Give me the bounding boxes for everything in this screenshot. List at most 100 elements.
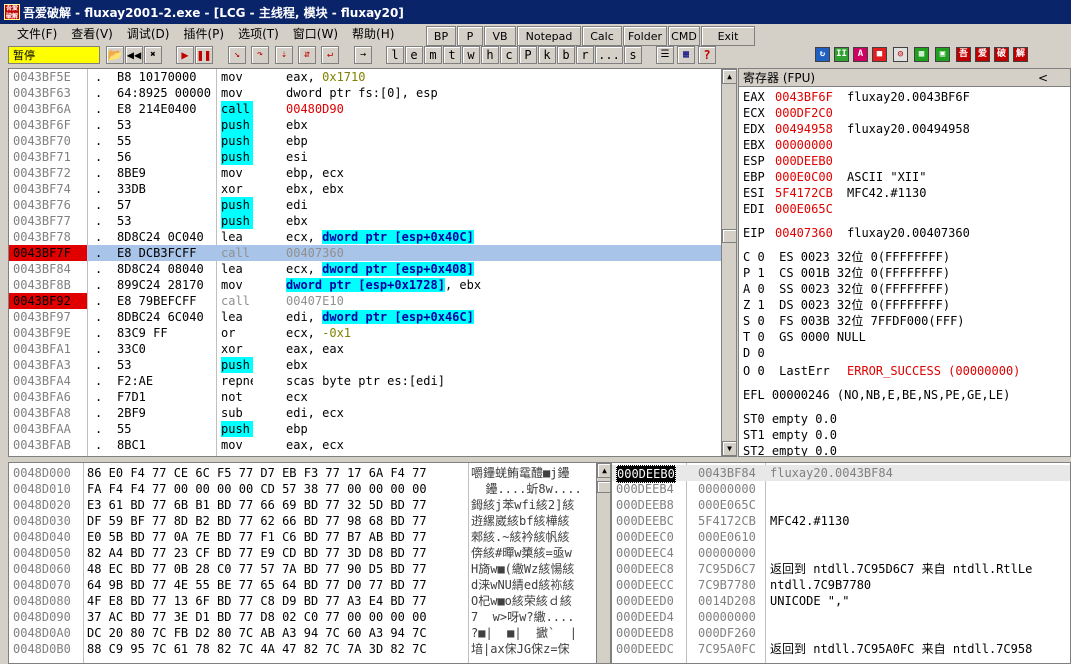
register-value[interactable]: 000E0C00 bbox=[775, 169, 833, 185]
disasm-row[interactable]: 0043BF70. 55 push ebp bbox=[9, 133, 736, 149]
pause-icon[interactable]: ❚❚ bbox=[195, 46, 213, 64]
flag-row[interactable]: A 0 SS 0023 32位 0(FFFFFFFF) bbox=[739, 281, 1070, 297]
monitor-icon[interactable]: ▣ bbox=[935, 47, 950, 62]
disasm-row[interactable]: 0043BF76. 57 push edi bbox=[9, 197, 736, 213]
lasterr-row[interactable]: O 0 LastErr ERROR_SUCCESS (00000000) bbox=[739, 363, 1070, 379]
disasm-row[interactable]: 0043BF7F. E8 DCB3FCFF call 00407360 bbox=[9, 245, 736, 261]
menu-options[interactable]: 选项(T) bbox=[231, 25, 286, 43]
register-row[interactable]: EIP 00407360 fluxay20.00407360 bbox=[739, 225, 1070, 241]
dump-row[interactable]: 0048D050 82 A4 BD 77 23 CF BD 77 E9 CD BD… bbox=[9, 545, 596, 561]
disasm-row[interactable]: 0043BF84. 8D8C24 08040 lea ecx, dword ptr [… bbox=[9, 261, 736, 277]
fpu-row[interactable]: ST2 empty 0.0 bbox=[739, 443, 1070, 456]
register-row[interactable]: EBP 000E0C00 ASCII "XII" bbox=[739, 169, 1070, 185]
disasm-row[interactable]: 0043BFA6. F7D1 not ecx bbox=[9, 389, 736, 405]
disasm-row[interactable]: 0043BF63. 64:8925 00000 mov dword ptr fs:[0… bbox=[9, 85, 736, 101]
disasm-row[interactable]: 0043BF8B. 899C24 28170 mov dword ptr [esp+0… bbox=[9, 277, 736, 293]
brand-jie-icon[interactable]: 解 bbox=[1013, 47, 1028, 62]
dump-scroll-up-icon[interactable]: ▲ bbox=[597, 463, 610, 478]
go-to-icon[interactable]: → bbox=[354, 46, 372, 64]
register-row[interactable]: EAX 0043BF6F fluxay20.0043BF6F bbox=[739, 89, 1070, 105]
scroll-thumb[interactable] bbox=[722, 229, 736, 243]
stack-row[interactable]: 000DEEC0 000E0610 bbox=[612, 529, 1070, 545]
trace-over-icon[interactable]: ⇵ bbox=[298, 46, 316, 64]
menu-view[interactable]: 查看(V) bbox=[64, 25, 120, 43]
brand-ai-icon[interactable]: 爱 bbox=[975, 47, 990, 62]
stack-row[interactable]: 000DEEDC 7C95A0FC 返回到 ntdll.7C95A0FC 来自 nt… bbox=[612, 641, 1070, 657]
vb-button[interactable]: VB bbox=[484, 26, 516, 46]
scroll-down-icon[interactable]: ▼ bbox=[722, 441, 736, 456]
register-row[interactable]: EDX 00494958 fluxay20.00494958 bbox=[739, 121, 1070, 137]
flag-row[interactable]: S 0 FS 003B 32位 7FFDF000(FFF) bbox=[739, 313, 1070, 329]
register-value[interactable]: 000DF2C0 bbox=[775, 105, 833, 121]
disasm-row[interactable]: 0043BF5E. B8 10170000 mov eax, 0x1710 bbox=[9, 69, 736, 85]
disasm-row[interactable]: 0043BF77. 53 push ebx bbox=[9, 213, 736, 229]
register-value[interactable]: 00494958 bbox=[775, 121, 833, 137]
disasm-row[interactable]: 0043BF78. 8D8C24 0C040 lea ecx, dword ptr [… bbox=[9, 229, 736, 245]
step-into-icon[interactable]: ↘ bbox=[228, 46, 246, 64]
stack-row[interactable]: 000DEEB4 00000000 bbox=[612, 481, 1070, 497]
disasm-row[interactable]: 0043BFA1. 33C0 xor eax, eax bbox=[9, 341, 736, 357]
source-button[interactable]: s bbox=[624, 46, 642, 64]
dump-row[interactable]: 0048D0A0 DC 20 80 7C FB D2 80 7C AB A3 94… bbox=[9, 625, 596, 641]
disassembly-scrollbar[interactable]: ▲ ▼ bbox=[721, 69, 736, 456]
register-value[interactable]: 5F4172CB bbox=[775, 185, 833, 201]
brand-po-icon[interactable]: 破 bbox=[994, 47, 1009, 62]
disasm-row[interactable]: 0043BF71. 56 push esi bbox=[9, 149, 736, 165]
exit-button[interactable]: Exit bbox=[701, 26, 755, 46]
register-row[interactable]: ESP 000DEEB0 bbox=[739, 153, 1070, 169]
register-value[interactable]: 00407360 bbox=[775, 225, 833, 241]
close-file-icon[interactable]: ✖ bbox=[144, 46, 162, 64]
stack-row[interactable]: 000DEEBC 5F4172CB MFC42.#1130 bbox=[612, 513, 1070, 529]
registers-header[interactable]: 寄存器 (FPU) < bbox=[739, 69, 1070, 87]
stack-row[interactable]: 000DEEB8 000E065C bbox=[612, 497, 1070, 513]
cmd-button[interactable]: CMD bbox=[668, 26, 700, 46]
call-stack-button[interactable]: k bbox=[538, 46, 556, 64]
register-row[interactable]: EBX 00000000 bbox=[739, 137, 1070, 153]
fpu-row[interactable]: ST1 empty 0.0 bbox=[739, 427, 1070, 443]
flag-row[interactable]: C 0 ES 0023 32位 0(FFFFFFFF) bbox=[739, 249, 1070, 265]
dump-scroll-thumb[interactable] bbox=[597, 481, 610, 493]
menu-help[interactable]: 帮助(H) bbox=[345, 25, 401, 43]
stack-row[interactable]: 000DEED0 0014D208 UNICODE "," bbox=[612, 593, 1070, 609]
menu-window[interactable]: 窗口(W) bbox=[286, 25, 345, 43]
grid-icon[interactable]: ▦ bbox=[914, 47, 929, 62]
memory-button[interactable]: m bbox=[424, 46, 442, 64]
disasm-row[interactable]: 0043BF92. E8 79BEFCFF call 00407E10 bbox=[9, 293, 736, 309]
register-value[interactable]: 000DEEB0 bbox=[775, 153, 833, 169]
target-icon[interactable]: ◎ bbox=[893, 47, 908, 62]
disasm-row[interactable]: 0043BF9E. 83C9 FF or ecx, -0x1 bbox=[9, 325, 736, 341]
trace-into-icon[interactable]: ⇣ bbox=[275, 46, 293, 64]
folder-button[interactable]: Folder bbox=[623, 26, 667, 46]
cpu-button[interactable]: c bbox=[500, 46, 518, 64]
collapse-icon[interactable]: < bbox=[1038, 69, 1048, 87]
stack-row[interactable]: 000DEECC 7C9B7780 ntdll.7C9B7780 bbox=[612, 577, 1070, 593]
options-icon[interactable]: ▦ bbox=[677, 46, 695, 64]
pause-plugin-icon[interactable]: II bbox=[834, 47, 849, 62]
windows-button[interactable]: w bbox=[462, 46, 480, 64]
disasm-row[interactable]: 0043BF6F. 53 push ebx bbox=[9, 117, 736, 133]
dump-row[interactable]: 0048D080 4F E8 BD 77 13 6F BD 77 C8 D9 BD… bbox=[9, 593, 596, 609]
menu-plugins[interactable]: 插件(P) bbox=[176, 25, 231, 43]
dump-row[interactable]: 0048D0B0 88 C9 95 7C 61 78 82 7C 4A 47 82… bbox=[9, 641, 596, 657]
patches-button[interactable]: P bbox=[519, 46, 537, 64]
stack-row[interactable]: 000DEED8 000DF260 bbox=[612, 625, 1070, 641]
register-value[interactable]: 0043BF6F bbox=[775, 89, 833, 105]
disasm-row[interactable]: 0043BFAB. 8BC1 mov eax, ecx bbox=[9, 437, 736, 453]
disasm-row[interactable]: 0043BFA3. 53 push ebx bbox=[9, 357, 736, 373]
step-over-icon[interactable]: ↷ bbox=[251, 46, 269, 64]
modules-button[interactable]: e bbox=[405, 46, 423, 64]
stop-icon[interactable]: ■ bbox=[872, 47, 887, 62]
stack-pane[interactable]: 000DEEB0 0043BF84 fluxay20.0043BF84 000DEEB… bbox=[611, 462, 1071, 664]
open-icon[interactable]: 📂 bbox=[106, 46, 124, 64]
dump-row[interactable]: 0048D060 48 EC BD 77 0B 28 C0 77 57 7A BD… bbox=[9, 561, 596, 577]
stack-row[interactable]: 000DEED4 00000000 bbox=[612, 609, 1070, 625]
disasm-row[interactable]: 0043BFA4. F2:AE repne scas byte ptr es:[edi… bbox=[9, 373, 736, 389]
p-button[interactable]: P bbox=[457, 26, 483, 46]
run-trace-button[interactable]: ... bbox=[595, 46, 623, 64]
dump-row[interactable]: 0048D090 37 AC BD 77 3E D1 BD 77 D8 02 C0… bbox=[9, 609, 596, 625]
efl-row[interactable]: EFL 00000246 (NO,NB,E,BE,NS,PE,GE,LE) bbox=[739, 387, 1070, 403]
dump-row[interactable]: 0048D000 86 E0 F4 77 CE 6C F5 77 D7 EB F3… bbox=[9, 465, 596, 481]
registers-pane[interactable]: 寄存器 (FPU) < EAX 0043BF6F fluxay20.0043BF6F… bbox=[738, 68, 1071, 457]
run-icon[interactable]: ▶ bbox=[176, 46, 194, 64]
a-icon[interactable]: A bbox=[853, 47, 868, 62]
